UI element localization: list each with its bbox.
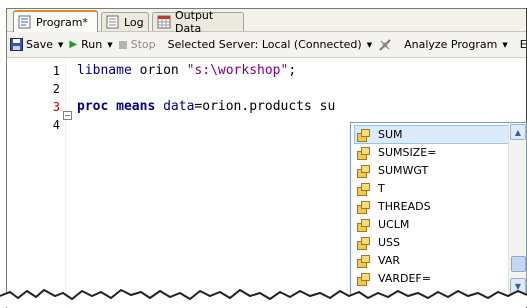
autocomplete-item[interactable]: VAR [355,252,505,269]
keyword-icon [357,146,370,160]
scroll-up-icon[interactable]: ▲ [510,124,526,140]
chevron-down-icon[interactable]: ▼ [58,41,63,49]
autocomplete-item-label: USS [378,236,401,249]
code-text: orion [131,63,187,78]
overflow-label: E [519,38,527,51]
tab-output-data[interactable]: Output Data [152,9,244,35]
code-text: =orion.products su [194,99,336,114]
autocomplete-item[interactable]: T [355,180,505,197]
tab-log-label: Log [124,15,144,29]
autocomplete-item[interactable]: THREADS [355,198,505,215]
autocomplete-item-label: SUM [378,128,403,141]
save-button[interactable]: Save ▼ [7,35,66,55]
keyword-icon [357,128,370,142]
keyword: libname [77,63,132,78]
tab-bar: Program* Log Output Data [7,9,526,35]
disconnect-button[interactable] [375,35,395,55]
autocomplete-popup[interactable]: SUM SUMSIZE= SUMWGT T THREADS UCLM USS V… [350,122,527,299]
gutter-divider [65,58,66,308]
selected-server-label: Selected Server: Local (Connected) [167,38,362,51]
overflow-menu[interactable]: E [517,35,527,55]
keyword: data [163,99,195,114]
chevron-down-icon[interactable]: ▼ [367,41,372,49]
disconnect-icon [378,38,392,52]
save-icon [10,38,23,51]
line-number: 4 [52,118,60,132]
output-data-icon [157,15,171,29]
line-number: 2 [52,82,60,96]
autocomplete-item[interactable]: SUMWGT [355,162,505,179]
stop-label: Stop [130,38,156,51]
autocomplete-item-label: SUMWGT [378,164,429,177]
keyword: proc means [77,99,156,114]
selected-server-dropdown[interactable]: Selected Server: Local (Connected) ▼ [165,35,375,55]
save-label: Save [26,38,54,51]
autocomplete-item-label: T [378,182,385,195]
autocomplete-item-label: UCLM [378,218,410,231]
string-literal: "s:\workshop" [186,63,289,78]
tab-program-label: Program* [36,15,88,29]
scrollbar-thumb[interactable] [511,256,526,272]
run-icon: ▶ [69,39,78,50]
fold-collapse-icon[interactable]: − [63,111,72,120]
autocomplete-item-label: VAR [378,254,400,267]
stop-button[interactable]: Stop [116,35,159,55]
code-line-1: libname orion "s:\workshop"; [77,63,296,78]
code-line-3: proc means data=orion.products su [77,99,335,114]
log-icon [106,15,120,29]
keyword-icon [357,182,370,196]
autocomplete-item[interactable]: SUM [354,125,509,144]
chevron-down-icon[interactable]: ▼ [107,41,112,49]
tab-program[interactable]: Program* [13,10,98,32]
line-number: 3 [52,100,60,114]
autocomplete-item-label: THREADS [378,200,431,213]
program-icon [18,15,32,29]
autocomplete-item[interactable]: SUMSIZE= [355,144,505,161]
keyword-icon [357,236,370,250]
autocomplete-item[interactable]: USS [355,234,505,251]
line-number: 1 [52,64,60,78]
tab-log[interactable]: Log [101,12,149,31]
keyword-icon [357,164,370,178]
line-number-gutter: 1 2 3 4 [7,58,65,308]
torn-edge-decoration [0,288,527,307]
code-text: ; [288,63,297,78]
keyword-icon [357,218,370,232]
autocomplete-scrollbar[interactable]: ▲ ▼ [508,123,526,298]
chevron-down-icon[interactable]: ▼ [502,41,507,49]
stop-icon [118,40,127,49]
analyze-program-button[interactable]: Analyze Program ▼ [401,35,511,55]
keyword-icon [357,200,370,214]
autocomplete-item-label: SUMSIZE= [378,146,437,159]
keyword-icon [357,254,370,268]
analyze-program-label: Analyze Program [404,38,498,51]
run-label: Run [81,38,103,51]
autocomplete-item[interactable]: UCLM [355,216,505,233]
toolbar: Save ▼ ▶ Run ▼ Stop Selected Server: Loc… [7,32,527,58]
run-button[interactable]: ▶ Run ▼ [66,35,115,55]
